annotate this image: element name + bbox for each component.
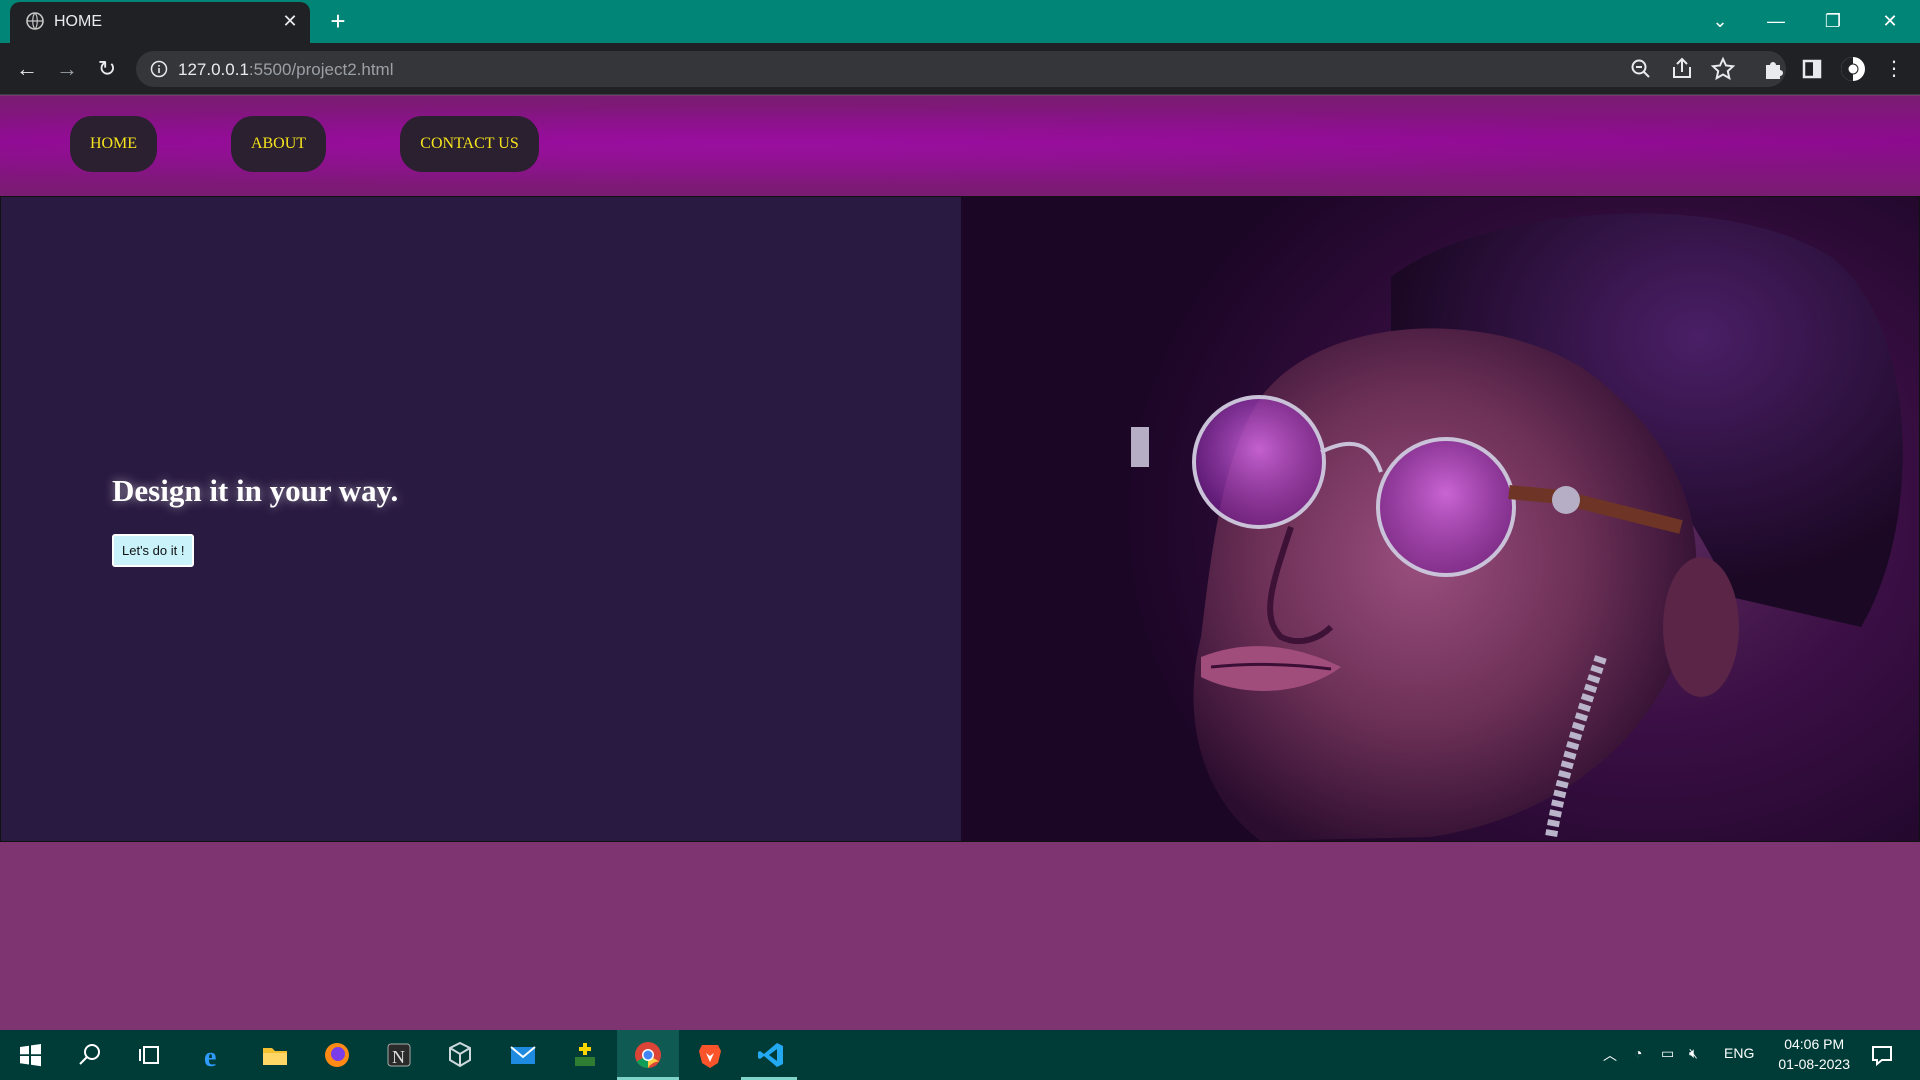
- brave-icon[interactable]: [694, 1039, 726, 1071]
- zoom-icon[interactable]: [1627, 55, 1655, 83]
- nav-home-link[interactable]: HOME: [70, 116, 157, 172]
- close-window-button[interactable]: ✕: [1870, 6, 1910, 36]
- tray-chevron-icon[interactable]: ︿: [1603, 1045, 1617, 1065]
- browser-tabstrip: HOME ✕ + ⌄ — ❐ ✕: [0, 0, 1920, 43]
- nav-about-link[interactable]: ABOUT: [231, 116, 326, 172]
- globe-icon: [26, 12, 44, 30]
- portrait-illustration: [1131, 213, 1903, 841]
- reload-button[interactable]: ↻: [91, 53, 123, 85]
- forward-button[interactable]: →: [51, 53, 83, 85]
- profile-avatar-icon[interactable]: [1839, 55, 1867, 83]
- minimize-button[interactable]: —: [1756, 6, 1796, 36]
- url-path: :5500/project2.html: [248, 60, 394, 79]
- browser-tab-home[interactable]: HOME ✕: [10, 2, 310, 43]
- file-explorer-icon[interactable]: [259, 1039, 291, 1071]
- app-installer-icon[interactable]: [569, 1039, 601, 1071]
- hero-section: Design it in your way. Let's do it !: [0, 196, 1920, 842]
- windows-taskbar: e N ︿ ◔ ▭ 🔇︎ ENG 04:06 PM 01-08-2023: [0, 1030, 1920, 1080]
- clock-time: 04:06 PM: [1784, 1036, 1845, 1052]
- chrome-icon[interactable]: [632, 1039, 664, 1071]
- virtualbox-cube-icon[interactable]: [444, 1039, 476, 1071]
- web-page: HOME ABOUT CONTACT US Design it in your …: [0, 96, 1920, 1030]
- hero-portrait-image: [961, 197, 1919, 841]
- extensions-icon[interactable]: [1759, 55, 1787, 83]
- wifi-icon[interactable]: ◔: [1634, 1045, 1642, 1061]
- close-tab-icon[interactable]: ✕: [280, 11, 300, 31]
- share-icon[interactable]: [1668, 55, 1696, 83]
- browser-toolbar: ← → ↻ 127.0.0.1:5500/project2.html ⋮: [0, 43, 1920, 95]
- mail-icon[interactable]: [507, 1039, 539, 1071]
- svg-text:e: e: [204, 1042, 216, 1071]
- windows-start-icon[interactable]: [14, 1039, 46, 1071]
- vscode-icon[interactable]: [755, 1039, 787, 1071]
- svg-text:N: N: [392, 1047, 405, 1067]
- site-navbar: HOME ABOUT CONTACT US: [0, 96, 1920, 196]
- hero-headline: Design it in your way.: [112, 473, 399, 508]
- search-icon[interactable]: [74, 1039, 106, 1071]
- hero-text-panel: Design it in your way. Let's do it !: [1, 197, 961, 841]
- edge-browser-icon[interactable]: e: [198, 1039, 230, 1071]
- clock-date: 01-08-2023: [1778, 1056, 1850, 1072]
- nav-contact-link[interactable]: CONTACT US: [400, 116, 539, 172]
- firefox-icon[interactable]: [321, 1039, 353, 1071]
- address-bar[interactable]: 127.0.0.1:5500/project2.html: [136, 51, 1786, 87]
- cta-button[interactable]: Let's do it !: [112, 534, 195, 567]
- volume-muted-icon[interactable]: 🔇︎: [1689, 1045, 1698, 1062]
- bookmark-star-icon[interactable]: [1709, 55, 1737, 83]
- back-button[interactable]: ←: [11, 53, 43, 85]
- restore-button[interactable]: ❐: [1813, 6, 1853, 36]
- url-host: 127.0.0.1: [178, 60, 249, 79]
- url-text: 127.0.0.1:5500/project2.html: [178, 60, 394, 80]
- tab-title: HOME: [54, 13, 102, 30]
- system-clock[interactable]: 04:06 PM 01-08-2023: [1778, 1034, 1850, 1074]
- notion-icon[interactable]: N: [383, 1039, 415, 1071]
- notification-center-icon[interactable]: [1866, 1039, 1898, 1071]
- task-view-icon[interactable]: [134, 1039, 166, 1071]
- side-panel-icon[interactable]: [1798, 55, 1826, 83]
- new-tab-button[interactable]: +: [324, 8, 352, 36]
- tab-search-icon[interactable]: ⌄: [1700, 6, 1740, 36]
- battery-icon[interactable]: ▭: [1661, 1045, 1674, 1062]
- language-indicator[interactable]: ENG: [1724, 1045, 1754, 1061]
- info-icon[interactable]: [150, 60, 168, 78]
- menu-icon[interactable]: ⋮: [1878, 53, 1910, 85]
